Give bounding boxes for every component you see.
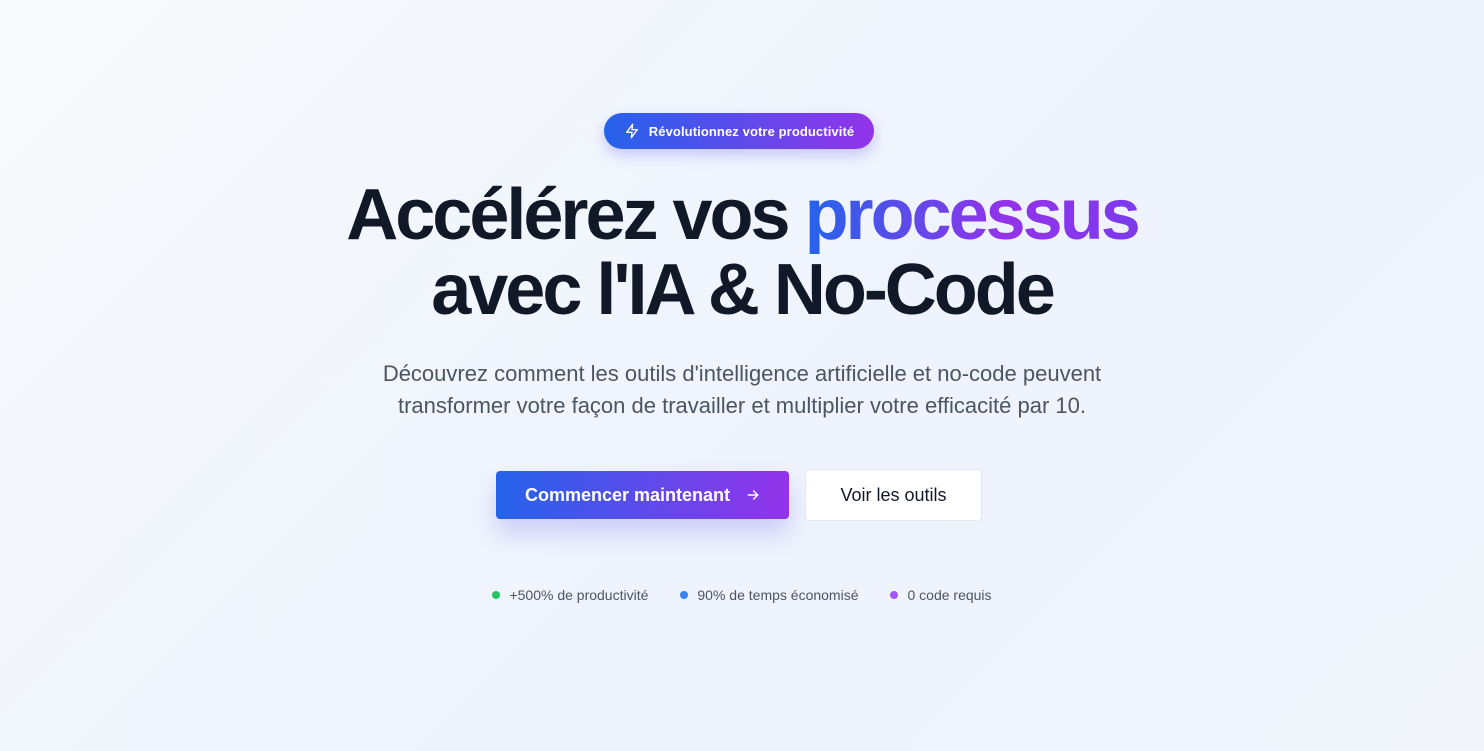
headline-accent: processus	[804, 175, 1141, 255]
stat-label: +500% de productivité	[509, 587, 649, 603]
hero-headline: Accélérez vos processus avec l'IA & No-C…	[0, 178, 1484, 328]
badge-label: Révolutionnez votre productivité	[648, 123, 855, 139]
productivity-badge: Révolutionnez votre productivité	[604, 113, 874, 149]
headline-line-2: avec l'IA & No-Code	[431, 250, 1056, 330]
see-tools-button[interactable]: Voir les outils	[805, 469, 982, 521]
stat-label: 90% de temps économisé	[697, 587, 859, 603]
status-dot-green	[492, 591, 501, 599]
headline-text: Accélérez vos	[346, 175, 805, 255]
headline-line-1: Accélérez vos processus	[0, 178, 1484, 253]
lightning-icon	[625, 123, 638, 139]
status-dot-blue	[680, 591, 689, 599]
hero-subtitle: Découvrez comment les outils d'intellige…	[382, 361, 1102, 418]
stat-label: 0 code requis	[907, 587, 992, 603]
status-dot-purple	[890, 591, 899, 599]
hero-section: Révolutionnez votre productivité Accélér…	[0, 0, 1484, 751]
start-now-button[interactable]: Commencer maintenant	[496, 471, 789, 519]
stat-item: 90% de temps économisé	[680, 585, 858, 605]
stat-item: +500% de productivité	[492, 585, 648, 605]
arrow-right-icon	[747, 490, 759, 500]
stats-list: +500% de productivité 90% de temps écono…	[0, 585, 1484, 605]
stat-item: 0 code requis	[890, 585, 992, 605]
start-now-label: Commencer maintenant	[524, 484, 731, 505]
